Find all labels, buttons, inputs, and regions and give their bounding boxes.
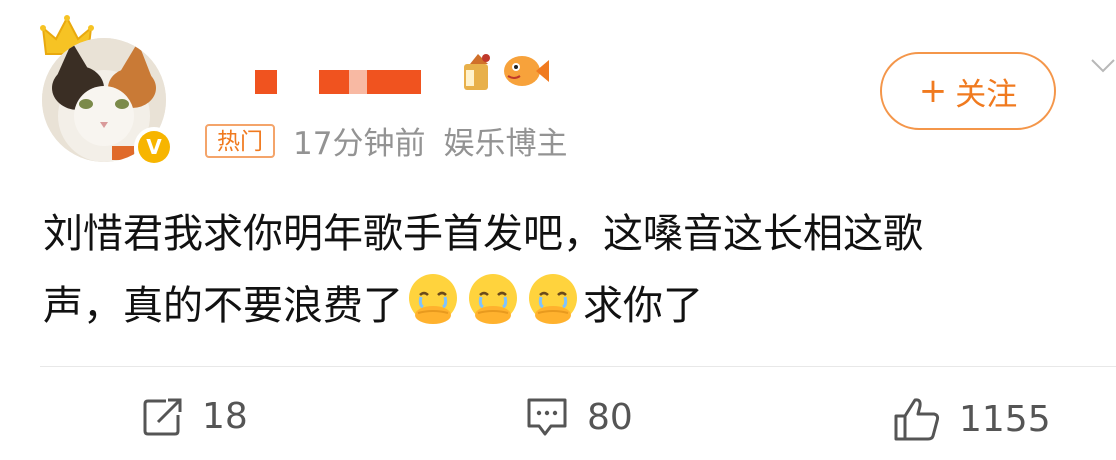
follow-label: 关注 [955, 76, 1018, 113]
post-line-1: 刘惜君我求你明年歌手首发吧，这嗓音这长相这歌 [43, 211, 923, 257]
comment-count: 80 [587, 396, 633, 438]
crying-emoji-icon [529, 274, 577, 324]
name-mask-block [367, 70, 421, 94]
drink-icon [464, 54, 490, 90]
avatar-container[interactable]: V [40, 14, 176, 167]
repost-button[interactable]: 18 [142, 396, 248, 437]
verified-badge: V [134, 127, 174, 167]
follow-button[interactable]: + 关注 [880, 52, 1056, 130]
comment-button[interactable]: 80 [525, 396, 633, 438]
crying-emoji-icon [409, 274, 457, 324]
comment-icon [527, 398, 567, 436]
divider [40, 366, 1116, 367]
like-icon [894, 398, 940, 441]
chevron-down-icon[interactable] [1090, 56, 1116, 76]
fish-icon [504, 56, 549, 86]
post-time: 17分钟前 [293, 126, 426, 162]
repost-icon [143, 398, 182, 435]
post-text[interactable]: 刘惜君我求你明年歌手首发吧，这嗓音这长相这歌 声，真的不要浪费了 求你了 [43, 198, 1116, 342]
name-mask-block [349, 70, 367, 94]
username-masked[interactable] [255, 70, 421, 94]
post-meta: 热门 17分钟前 娱乐博主 [205, 118, 567, 163]
like-button[interactable]: 1155 [893, 396, 1051, 442]
user-badges [456, 50, 550, 92]
name-mask-block [319, 70, 349, 94]
post-line-2-suffix: 求你了 [583, 283, 703, 329]
user-role: 娱乐博主 [443, 126, 568, 162]
name-mask-block [255, 70, 277, 94]
like-count: 1155 [959, 398, 1051, 440]
hot-badge[interactable]: 热门 [205, 123, 275, 158]
post-line-2: 声，真的不要浪费了 求你了 [43, 270, 1116, 342]
repost-count: 18 [202, 396, 248, 437]
crying-emoji-icon [469, 274, 517, 324]
plus-icon: + [918, 71, 948, 111]
post-line-2-prefix: 声，真的不要浪费了 [43, 283, 403, 329]
